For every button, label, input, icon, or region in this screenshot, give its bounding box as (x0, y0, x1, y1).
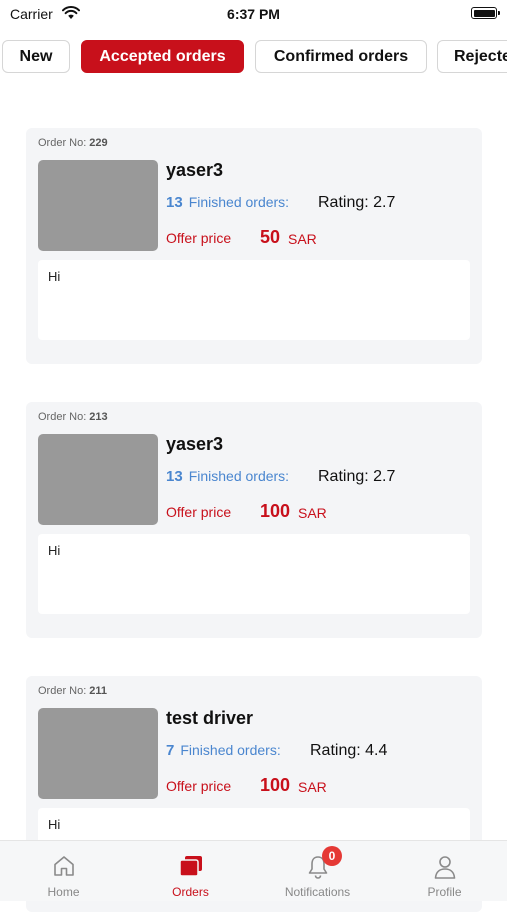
currency-label: SAR (298, 779, 327, 795)
driver-name: yaser3 (166, 434, 224, 454)
order-number: Order No: 213 (38, 411, 108, 423)
tab-rejected-orders[interactable]: Rejected orders (437, 40, 507, 73)
offer-price-value: 100 (260, 501, 291, 521)
tab-new[interactable]: New (2, 40, 70, 73)
order-number: Order No: 211 (38, 685, 108, 697)
offer-price-label: Offer price (166, 504, 232, 520)
driver-photo (38, 434, 158, 525)
finished-orders: 13 Finished orders: (166, 194, 290, 211)
nav-profile-label: Profile (427, 885, 462, 899)
status-bar: Carrier 6:37 PM (0, 0, 507, 30)
order-message: Hi (38, 260, 470, 340)
offer-price-value: 50 (260, 227, 281, 247)
nav-profile[interactable]: Profile (381, 841, 507, 901)
order-status-tabs: New Accepted orders Confirmed orders Rej… (0, 40, 507, 76)
nav-notifications[interactable]: 0 Notifications (254, 841, 381, 901)
nav-home[interactable]: Home (0, 841, 127, 901)
user-icon (434, 856, 455, 879)
battery-icon (471, 7, 500, 19)
orders-icon (178, 856, 202, 877)
clock: 6:37 PM (227, 6, 280, 22)
currency-label: SAR (298, 505, 327, 521)
driver-rating: Rating: 4.4 (310, 742, 388, 759)
finished-orders: 7 Finished orders: (166, 742, 281, 759)
driver-photo (38, 708, 158, 799)
home-icon (53, 856, 74, 876)
finished-orders: 13 Finished orders: (166, 468, 290, 485)
order-number: Order No: 229 (38, 137, 108, 149)
nav-orders-label: Orders (172, 885, 209, 899)
offer-price-label: Offer price (166, 778, 232, 794)
offer-price-value: 100 (260, 775, 291, 795)
driver-rating: Rating: 2.7 (318, 194, 396, 211)
offer-price-label: Offer price (166, 230, 232, 246)
driver-name: test driver (166, 708, 254, 728)
currency-label: SAR (288, 231, 317, 247)
nav-notifications-label: Notifications (284, 885, 351, 899)
driver-rating: Rating: 2.7 (318, 468, 396, 485)
order-card[interactable]: Order No: 229 yaser3 13 Finished orders: R… (26, 128, 482, 364)
driver-name: yaser3 (166, 160, 224, 180)
order-message: Hi (38, 534, 470, 614)
driver-photo (38, 160, 158, 251)
tab-accepted-orders[interactable]: Accepted orders (81, 40, 244, 73)
order-card[interactable]: Order No: 213 yaser3 13 Finished orders: R… (26, 402, 482, 638)
nav-home-label: Home (47, 885, 80, 899)
tab-confirmed-orders[interactable]: Confirmed orders (255, 40, 427, 73)
bottom-navigation: Home Orders 0 Notifications Profile (0, 840, 507, 901)
nav-orders[interactable]: Orders (127, 841, 254, 901)
notification-count-badge: 0 (322, 846, 342, 866)
